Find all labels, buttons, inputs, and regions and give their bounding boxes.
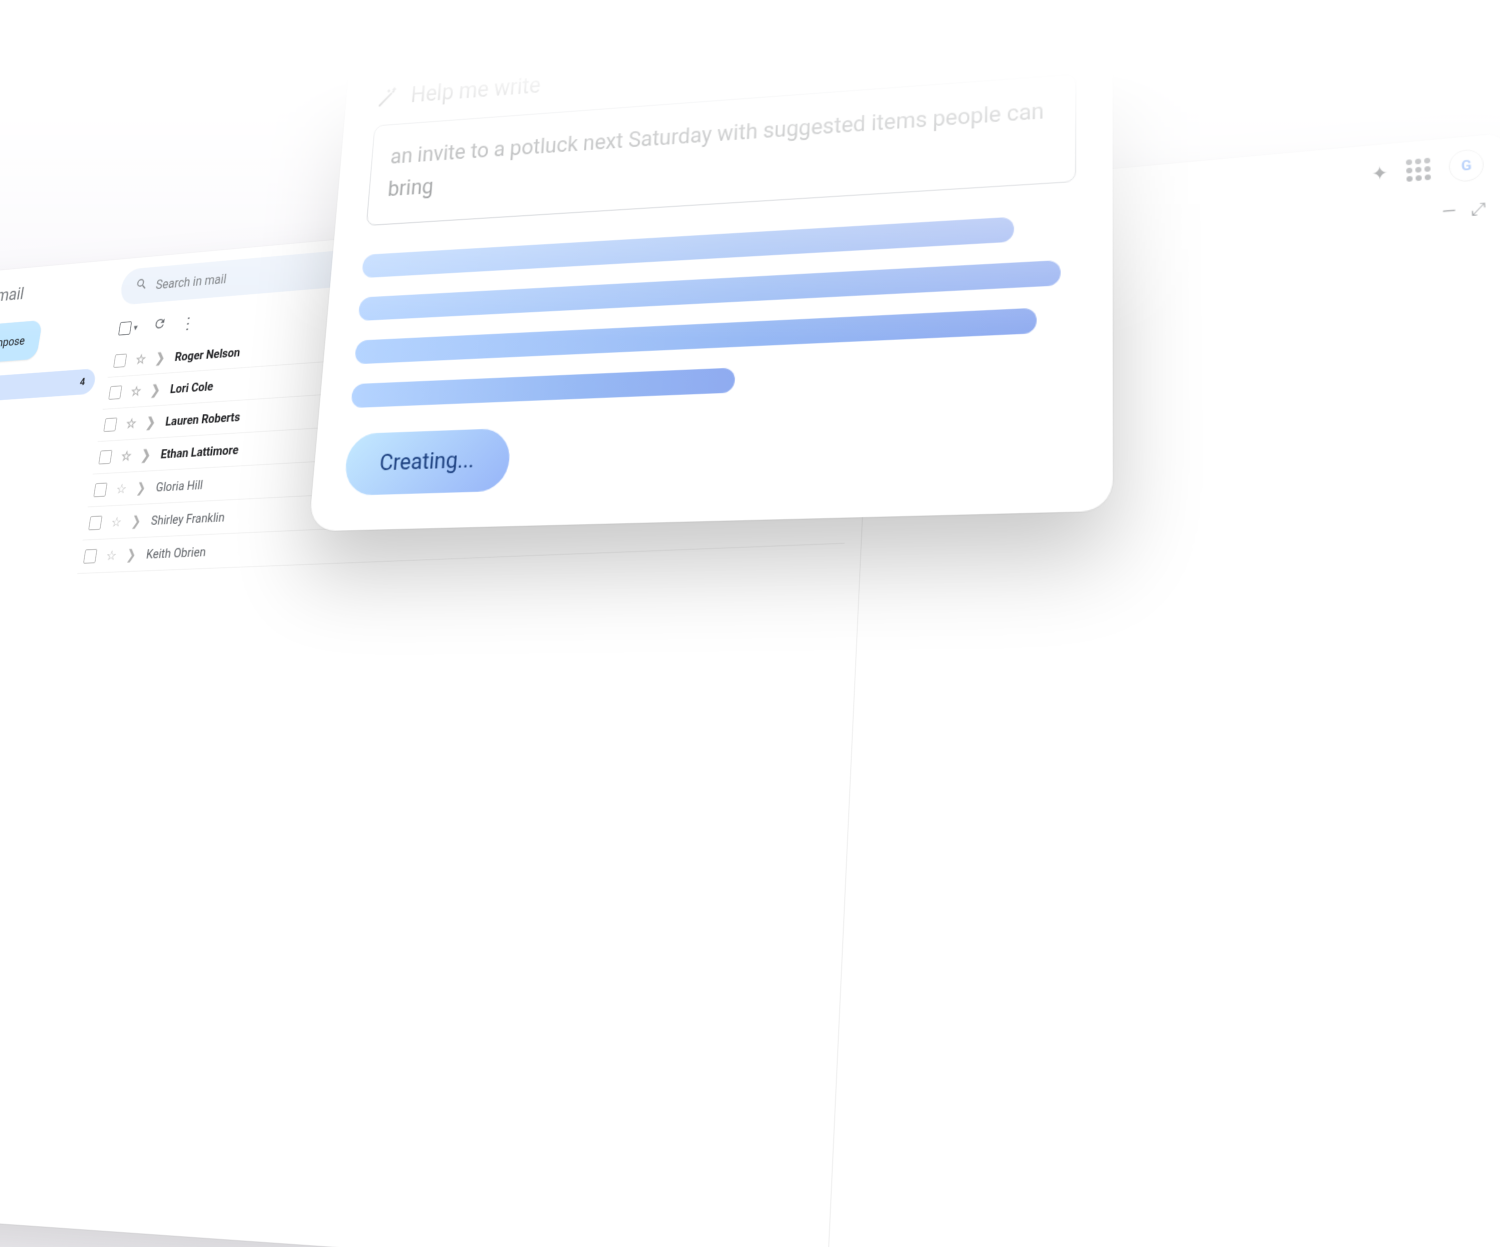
- star-icon[interactable]: ☆: [120, 448, 132, 464]
- mail-sender: Lori Cole: [169, 379, 214, 397]
- mail-sender: Ethan Lattimore: [160, 442, 240, 461]
- important-icon[interactable]: ❯: [135, 480, 147, 496]
- compose-button[interactable]: Compose: [0, 320, 43, 366]
- sidebar-item-inbox[interactable]: Inbox 4: [0, 368, 97, 404]
- important-icon[interactable]: ❯: [125, 546, 137, 562]
- star-icon[interactable]: ☆: [135, 351, 147, 367]
- select-all-checkbox[interactable]: ▾: [118, 320, 138, 335]
- checkbox-icon[interactable]: [83, 549, 97, 564]
- star-icon[interactable]: ☆: [105, 547, 118, 563]
- star-icon[interactable]: ☆: [115, 481, 128, 497]
- star-icon[interactable]: ☆: [125, 415, 137, 431]
- sidebar-item-snoozed[interactable]: Snoozed: [0, 423, 88, 458]
- mail-sender: Roger Nelson: [174, 345, 241, 364]
- account-avatar[interactable]: G: [1448, 148, 1484, 183]
- important-icon[interactable]: ❯: [150, 382, 162, 398]
- prompt-input[interactable]: an invite to a potluck next Saturday wit…: [366, 74, 1077, 227]
- important-icon[interactable]: ❯: [130, 513, 142, 529]
- magic-wand-icon: [376, 85, 399, 109]
- checkbox-icon[interactable]: [103, 418, 117, 432]
- sparkle-icon[interactable]: ✦: [1371, 161, 1388, 185]
- apps-grid-icon[interactable]: [1406, 158, 1431, 182]
- loading-skeleton: [351, 213, 1076, 408]
- star-icon[interactable]: ☆: [130, 383, 142, 399]
- sidebar-item-drafts[interactable]: Drafts: [0, 506, 75, 540]
- sidebar-item-starred[interactable]: Starred: [0, 395, 93, 431]
- search-icon: [134, 277, 149, 295]
- help-me-write-dialog: ✕ Help me write an invite to a potluck n…: [309, 0, 1113, 532]
- sidebar-nav: Inbox 4 Starred Snoozed Important Sent D…: [0, 368, 97, 539]
- expand-icon[interactable]: ⤢: [1470, 199, 1486, 220]
- close-icon[interactable]: ✕: [1066, 1, 1089, 29]
- inbox-count: 4: [79, 376, 86, 388]
- checkbox-icon[interactable]: [113, 354, 127, 368]
- important-icon[interactable]: ❯: [145, 414, 157, 430]
- star-icon[interactable]: ☆: [110, 514, 123, 530]
- mail-sender: Lauren Roberts: [165, 409, 242, 429]
- brand: Gmail: [0, 274, 111, 328]
- mail-sender: Gloria Hill: [155, 477, 204, 494]
- dialog-title: Help me write: [410, 72, 542, 107]
- search-input[interactable]: Search in mail: [119, 240, 457, 305]
- compose-label: Compose: [0, 334, 26, 351]
- important-icon[interactable]: ❯: [155, 350, 167, 366]
- mail-sender: Keith Obrien: [145, 544, 207, 562]
- search-placeholder: Search in mail: [155, 271, 228, 292]
- refresh-icon[interactable]: [152, 316, 167, 334]
- checkbox-icon[interactable]: [108, 385, 122, 399]
- more-icon[interactable]: ⋮: [180, 313, 197, 333]
- creating-button[interactable]: Creating...: [343, 428, 511, 496]
- sidebar-item-sent[interactable]: Sent: [0, 478, 80, 512]
- important-icon[interactable]: ❯: [140, 447, 152, 463]
- creating-label: Creating...: [379, 448, 476, 477]
- prompt-text: an invite to a potluck next Saturday wit…: [387, 99, 1044, 202]
- checkbox-icon[interactable]: [93, 483, 107, 498]
- brand-name: Gmail: [0, 285, 26, 307]
- minimize-icon[interactable]: —: [1441, 201, 1456, 222]
- mail-sender: Shirley Franklin: [150, 509, 226, 528]
- checkbox-icon[interactable]: [88, 516, 102, 531]
- sidebar-item-important[interactable]: Important: [0, 450, 84, 485]
- checkbox-icon[interactable]: [98, 450, 112, 465]
